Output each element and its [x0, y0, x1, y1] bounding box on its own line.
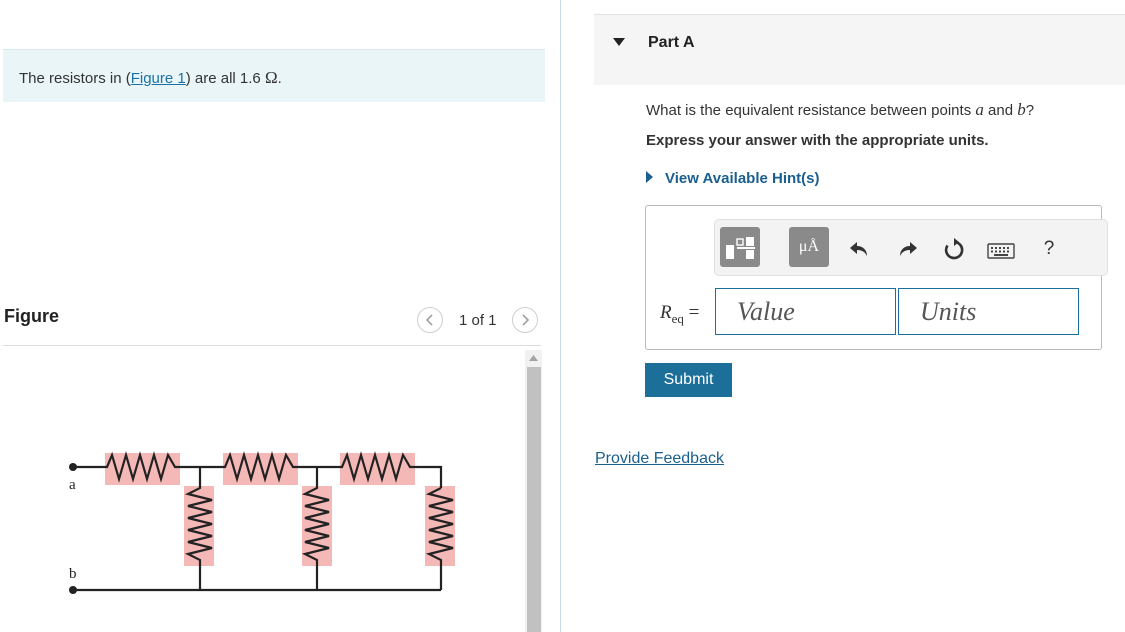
- node-a-label: a: [69, 477, 76, 493]
- submit-button[interactable]: Submit: [645, 363, 732, 397]
- templates-icon: [726, 237, 755, 259]
- node-b-terminal: [69, 586, 77, 594]
- templates-button[interactable]: [720, 227, 760, 267]
- units-icon: μÅ: [798, 238, 820, 255]
- view-hints-link[interactable]: View Available Hint(s): [665, 170, 820, 187]
- part-title: Part A: [648, 34, 695, 51]
- previous-figure-button[interactable]: [417, 307, 443, 333]
- node-b-label: b: [69, 566, 77, 582]
- node-a-terminal: [69, 463, 77, 471]
- figure-link[interactable]: Figure 1: [131, 70, 186, 87]
- units-button[interactable]: μÅ: [789, 227, 829, 267]
- units-input[interactable]: [898, 288, 1079, 335]
- redo-button[interactable]: [895, 236, 921, 262]
- keyboard-button[interactable]: [986, 238, 1016, 264]
- value-input[interactable]: [715, 288, 896, 335]
- redo-icon: [900, 242, 917, 256]
- answer-instruction: Express your answer with the appropriate…: [646, 132, 989, 149]
- provide-feedback-link[interactable]: Provide Feedback: [595, 450, 724, 468]
- chevron-left-icon: [425, 314, 433, 326]
- help-icon[interactable]: ?: [1036, 236, 1062, 262]
- scroll-up-arrow-icon[interactable]: [525, 350, 542, 365]
- undo-button[interactable]: [846, 236, 872, 262]
- collapse-arrow-icon[interactable]: [613, 38, 625, 46]
- circuit-diagram: a b: [69, 451, 455, 594]
- figure-heading: Figure: [4, 306, 60, 326]
- ohm-symbol: Ω: [264, 68, 278, 87]
- next-figure-button[interactable]: [512, 307, 538, 333]
- hint-expand-arrow-icon[interactable]: [646, 171, 653, 183]
- figure-page-indicator: 1 of 1: [459, 312, 497, 329]
- undo-icon: [850, 242, 867, 256]
- problem-text: The resistors in (Figure 1) are all 1.6 …: [19, 68, 282, 87]
- question-text: What is the equivalent resistance betwee…: [646, 100, 1035, 119]
- chevron-right-icon: [522, 314, 530, 326]
- scrollbar-thumb[interactable]: [527, 367, 541, 632]
- figure-divider: [3, 345, 541, 346]
- keyboard-icon: [987, 243, 1015, 259]
- reset-icon: [944, 238, 964, 260]
- pane-divider: [560, 0, 561, 632]
- reset-button[interactable]: [941, 236, 967, 262]
- req-label: Req =: [660, 302, 700, 326]
